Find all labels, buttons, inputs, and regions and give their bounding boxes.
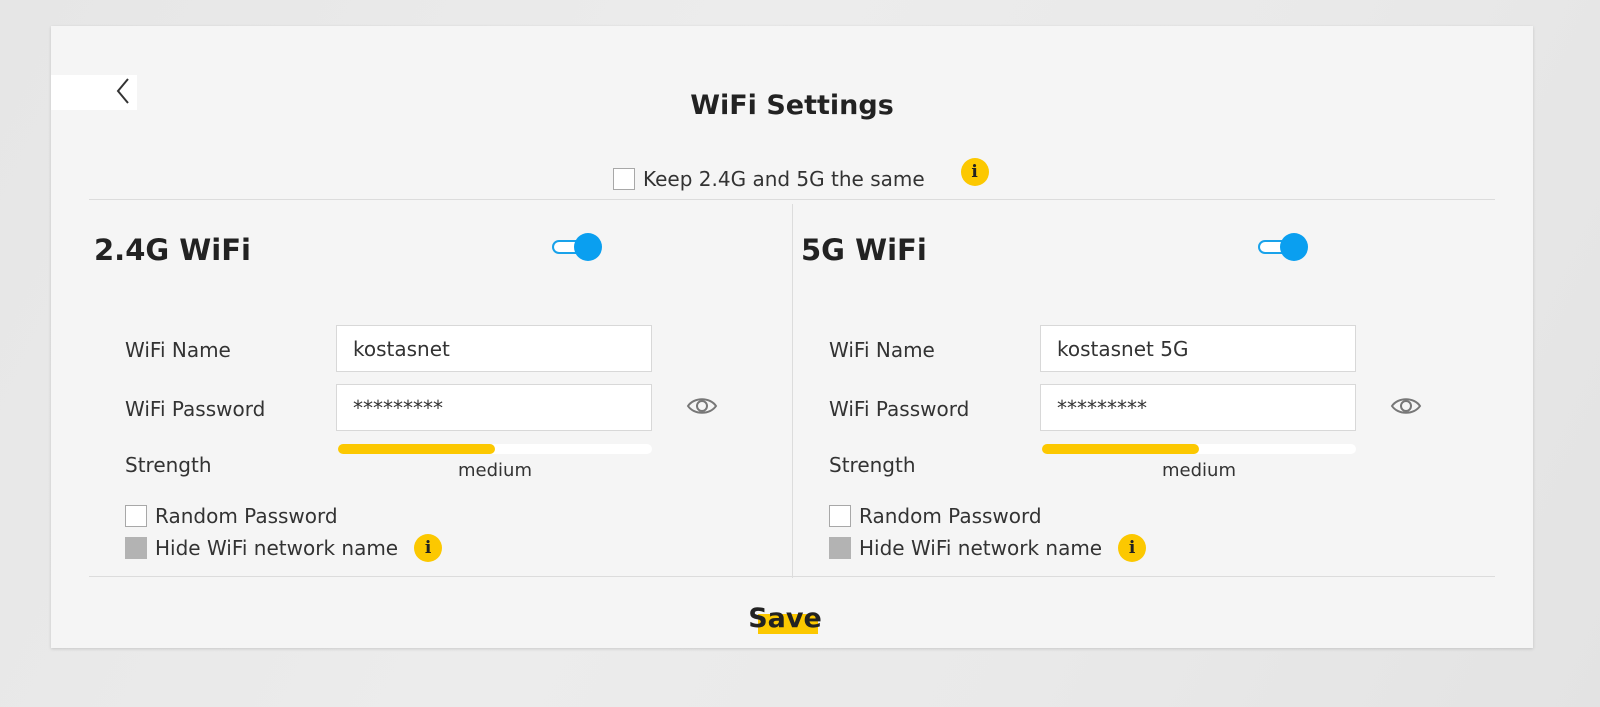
save-button[interactable]: Save	[741, 596, 829, 640]
keep-same-checkbox[interactable]	[613, 168, 635, 190]
wifi-name-input[interactable]	[1040, 325, 1356, 372]
wifi-name-label: WiFi Name	[125, 338, 231, 362]
strength-value: medium	[458, 460, 532, 481]
strength-fill	[1042, 444, 1199, 454]
wifi-password-label: WiFi Password	[125, 397, 266, 421]
keep-same-row: Keep 2.4G and 5G the same i	[613, 158, 989, 193]
strength-label: Strength	[829, 453, 916, 477]
strength-label: Strength	[125, 453, 212, 477]
random-password-checkbox[interactable]	[125, 505, 147, 527]
wifi-password-label: WiFi Password	[829, 397, 970, 421]
band-enable-toggle[interactable]	[1258, 232, 1308, 262]
wifi-name-label: WiFi Name	[829, 338, 935, 362]
random-password-label: Random Password	[155, 504, 338, 528]
show-password-button[interactable]	[1390, 394, 1422, 418]
strength-meter	[338, 444, 652, 454]
band-enable-toggle[interactable]	[552, 232, 602, 262]
info-icon[interactable]: i	[414, 534, 443, 562]
keep-same-label: Keep 2.4G and 5G the same	[643, 167, 925, 191]
strength-meter	[1042, 444, 1356, 454]
strength-value: medium	[1162, 460, 1236, 481]
hide-name-row: Hide WiFi network name i	[125, 534, 443, 562]
page-title: WiFi Settings	[690, 90, 894, 121]
toggle-knob	[1280, 233, 1308, 261]
wifi-settings-card: WiFi Settings Keep 2.4G and 5G the same …	[51, 26, 1533, 648]
random-password-checkbox[interactable]	[829, 505, 851, 527]
eye-icon	[686, 398, 718, 414]
show-password-button[interactable]	[686, 394, 718, 418]
wifi-password-input[interactable]	[1040, 384, 1356, 431]
hide-name-label: Hide WiFi network name	[155, 536, 399, 560]
hide-name-label: Hide WiFi network name	[859, 536, 1103, 560]
wifi-name-input[interactable]	[336, 325, 652, 372]
band-title: 5G WiFi	[801, 233, 927, 267]
band-panel-5g: 5G WiFi WiFi Name WiFi Password Strength…	[793, 200, 1496, 578]
random-password-row: Random Password	[829, 504, 1042, 528]
hide-name-checkbox	[829, 537, 851, 559]
strength-fill	[338, 444, 495, 454]
hide-name-row: Hide WiFi network name i	[829, 534, 1147, 562]
hide-name-checkbox	[125, 537, 147, 559]
info-icon[interactable]: i	[960, 158, 989, 186]
band-title: 2.4G WiFi	[94, 233, 251, 267]
eye-icon	[1390, 398, 1422, 414]
toggle-knob	[574, 233, 602, 261]
wifi-password-input[interactable]	[336, 384, 652, 431]
band-panel-2-4g: 2.4G WiFi WiFi Name WiFi Password Streng…	[89, 200, 792, 578]
random-password-label: Random Password	[859, 504, 1042, 528]
random-password-row: Random Password	[125, 504, 338, 528]
info-icon[interactable]: i	[1118, 534, 1147, 562]
save-label: Save	[748, 602, 822, 634]
